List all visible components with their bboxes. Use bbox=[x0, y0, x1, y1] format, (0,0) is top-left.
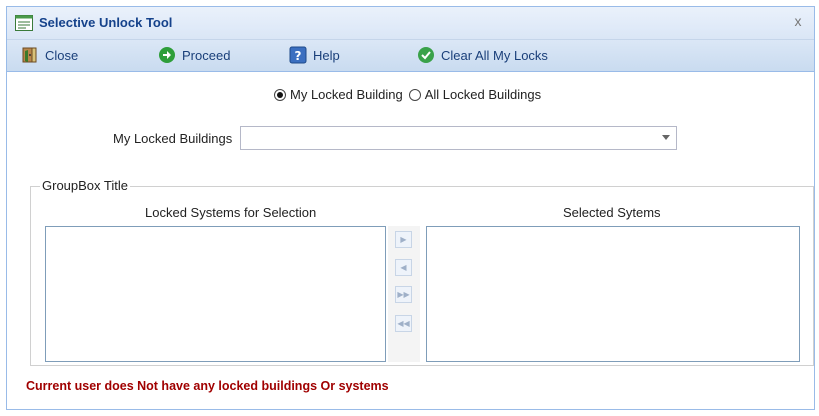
add-selected-button[interactable]: ▶ bbox=[395, 231, 412, 248]
help-button[interactable]: ? Help bbox=[289, 45, 340, 65]
window-title: Selective Unlock Tool bbox=[39, 15, 173, 30]
toolbar: Close Proceed ? Help Clear All My Locks bbox=[7, 40, 814, 72]
form-window-icon bbox=[15, 15, 33, 34]
proceed-button[interactable]: Proceed bbox=[158, 45, 230, 65]
locked-systems-header: Locked Systems for Selection bbox=[145, 205, 317, 220]
close-button[interactable]: Close bbox=[21, 45, 78, 65]
all-locked-buildings-label[interactable]: All Locked Buildings bbox=[425, 87, 541, 102]
locked-systems-listbox[interactable] bbox=[45, 226, 386, 362]
remove-all-button[interactable]: ◀◀ bbox=[395, 315, 412, 332]
status-message: Current user does Not have any locked bu… bbox=[26, 379, 389, 393]
remove-selected-button[interactable]: ◀ bbox=[395, 259, 412, 276]
all-locked-buildings-radio[interactable] bbox=[408, 88, 421, 101]
green-arrow-circle-icon bbox=[158, 46, 176, 64]
my-locked-buildings-dropdown[interactable] bbox=[240, 126, 677, 150]
window-close-icon[interactable]: x bbox=[790, 12, 806, 30]
my-locked-buildings-label: My Locked Buildings bbox=[113, 131, 233, 146]
clear-all-locks-button[interactable]: Clear All My Locks bbox=[417, 45, 548, 65]
clear-all-locks-label: Clear All My Locks bbox=[441, 47, 548, 63]
add-all-button[interactable]: ▶▶ bbox=[395, 286, 412, 303]
chevron-down-icon[interactable] bbox=[662, 135, 670, 140]
selected-systems-header: Selected Sytems bbox=[563, 205, 661, 220]
question-mark-icon: ? bbox=[289, 46, 307, 64]
my-locked-building-radio[interactable] bbox=[274, 88, 286, 101]
my-locked-building-label[interactable]: My Locked Building bbox=[290, 87, 403, 102]
svg-text:?: ? bbox=[295, 49, 302, 63]
groupbox-title: GroupBox Title bbox=[40, 178, 130, 193]
building-scope-radio-group: My Locked Building All Locked Buildings bbox=[274, 87, 541, 102]
green-check-circle-icon bbox=[417, 46, 435, 64]
selected-systems-listbox[interactable] bbox=[426, 226, 800, 362]
window-titlebar: Selective Unlock Tool x bbox=[7, 7, 814, 40]
help-button-label: Help bbox=[313, 47, 340, 63]
proceed-button-label: Proceed bbox=[182, 47, 231, 63]
exit-door-icon bbox=[21, 46, 39, 64]
close-button-label: Close bbox=[45, 47, 79, 63]
